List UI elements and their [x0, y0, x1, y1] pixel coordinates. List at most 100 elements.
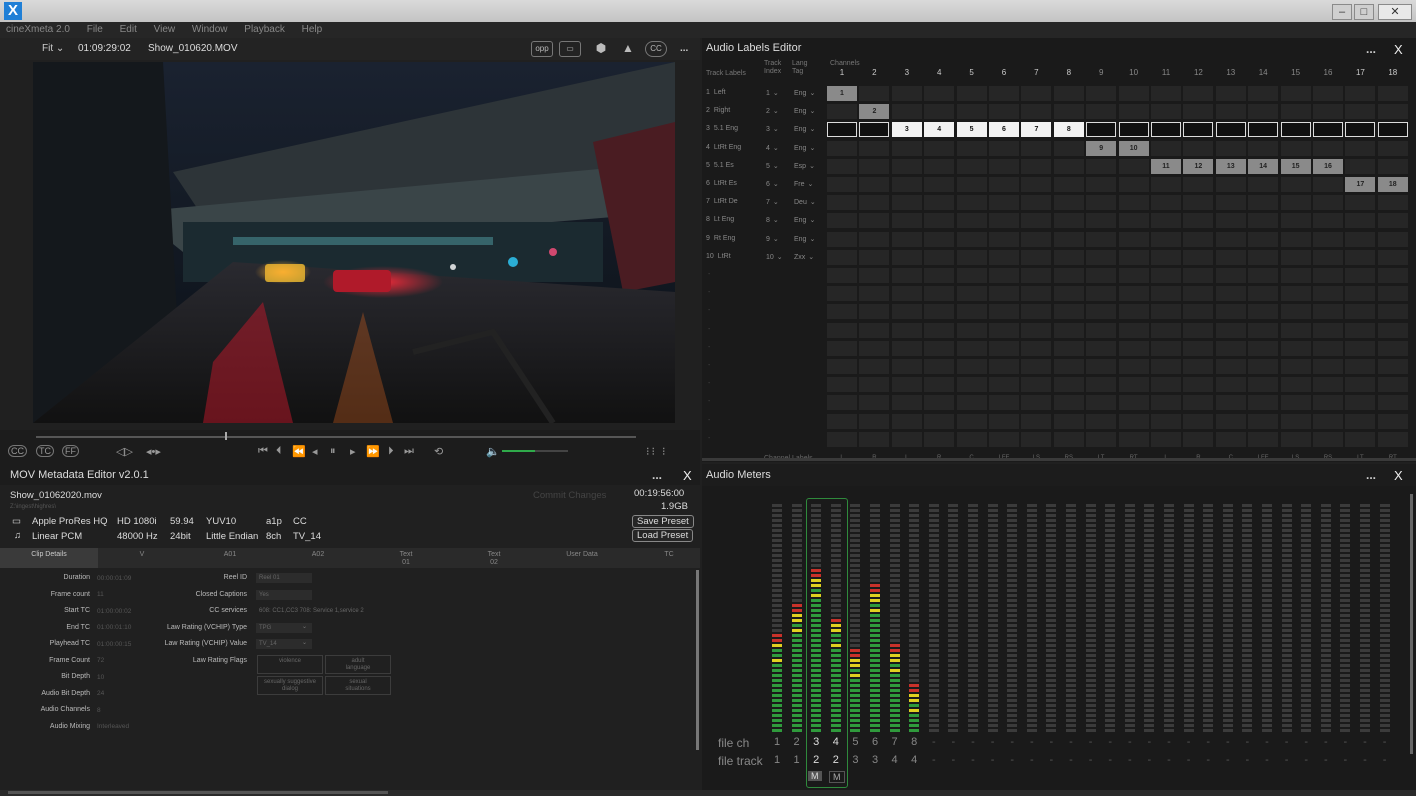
grid-cell[interactable]: [1151, 340, 1181, 356]
grid-cell[interactable]: [1021, 431, 1052, 447]
grid-cell[interactable]: [1313, 340, 1343, 356]
grid-cell[interactable]: [1345, 431, 1376, 447]
row-highlight-cell[interactable]: [1183, 122, 1214, 138]
grid-cell[interactable]: [956, 231, 987, 247]
md-tab-6[interactable]: User Data: [538, 548, 626, 568]
ff-toggle-button[interactable]: FF: [62, 445, 79, 457]
grid-cell[interactable]: [1021, 104, 1052, 120]
channel-assignment[interactable]: 6: [989, 122, 1019, 138]
md-field-input[interactable]: Yes: [256, 589, 312, 600]
grid-cell[interactable]: [1021, 413, 1052, 429]
track-label[interactable]: 2 Right: [706, 107, 730, 114]
grid-cell[interactable]: [1183, 431, 1214, 447]
grid-cell[interactable]: [924, 431, 955, 447]
grid-cell[interactable]: [1313, 377, 1343, 393]
grid-cell[interactable]: [924, 249, 955, 265]
grid-cell[interactable]: [1086, 286, 1117, 302]
grid-cell[interactable]: [1118, 286, 1149, 302]
grid-cell[interactable]: [1377, 86, 1408, 101]
grid-cell[interactable]: [1118, 86, 1149, 101]
grid-cell[interactable]: [827, 359, 857, 374]
grid-cell[interactable]: [859, 395, 890, 411]
grid-cell[interactable]: [1021, 322, 1052, 338]
frame-step-icon[interactable]: ◂•▸: [146, 445, 161, 458]
md-field-value[interactable]: 11: [97, 591, 104, 598]
grid-cell[interactable]: [989, 286, 1019, 302]
grid-cell[interactable]: [1053, 249, 1084, 265]
mute-button-1[interactable]: M: [808, 771, 822, 781]
fit-dropdown[interactable]: Fit ⌄: [42, 43, 64, 54]
grid-cell[interactable]: [1086, 377, 1117, 393]
audio-scrub-icon[interactable]: ◁▷: [116, 445, 133, 458]
bottom-scrollbar[interactable]: [0, 790, 1416, 796]
grid-cell[interactable]: [1377, 322, 1408, 338]
track-label[interactable]: 8 Lt Eng: [706, 216, 734, 223]
grid-cell[interactable]: [859, 377, 890, 393]
lang-tag-select[interactable]: Eng ⌄: [794, 89, 815, 97]
md-tab-0[interactable]: Clip Details: [0, 548, 98, 568]
row-highlight-cell[interactable]: [1151, 122, 1181, 138]
grid-cell[interactable]: [1086, 268, 1117, 283]
grid-cell[interactable]: [891, 286, 922, 302]
row-highlight-cell[interactable]: [1377, 122, 1408, 138]
grid-cell[interactable]: [1248, 140, 1279, 156]
channel-assignment[interactable]: 14: [1248, 158, 1279, 174]
grid-cell[interactable]: [1248, 231, 1279, 247]
grid-cell[interactable]: [1021, 249, 1052, 265]
channel-assignment[interactable]: 8: [1053, 122, 1084, 138]
grid-cell[interactable]: [891, 359, 922, 374]
grid-cell[interactable]: [989, 413, 1019, 429]
grid-cell[interactable]: [859, 86, 890, 101]
grid-cell[interactable]: [1118, 431, 1149, 447]
grid-cell[interactable]: [1280, 86, 1311, 101]
grid-cell[interactable]: [1313, 231, 1343, 247]
md-field-value[interactable]: 8: [97, 707, 101, 714]
channel-assignment[interactable]: 10: [1118, 140, 1149, 156]
grid-cell[interactable]: [1151, 322, 1181, 338]
grid-cell[interactable]: [1377, 413, 1408, 429]
grid-cell[interactable]: [1118, 158, 1149, 174]
grid-cell[interactable]: [1021, 86, 1052, 101]
grid-cell[interactable]: [1086, 322, 1117, 338]
marker-icons[interactable]: ⁝⁝ ⁝: [646, 445, 668, 458]
video-frame[interactable]: [33, 62, 675, 423]
grid-cell[interactable]: [1151, 377, 1181, 393]
grid-cell[interactable]: [1345, 268, 1376, 283]
grid-cell[interactable]: [891, 431, 922, 447]
grid-cell[interactable]: [1151, 231, 1181, 247]
prev-mark-icon[interactable]: ⏴: [276, 445, 282, 458]
menu-help[interactable]: Help: [302, 24, 323, 35]
grid-cell[interactable]: [1377, 140, 1408, 156]
menu-file[interactable]: File: [87, 24, 103, 35]
grid-cell[interactable]: [924, 377, 955, 393]
grid-cell[interactable]: [1118, 304, 1149, 320]
grid-cell[interactable]: [1021, 195, 1052, 211]
grid-cell[interactable]: [859, 195, 890, 211]
grid-cell[interactable]: [1345, 395, 1376, 411]
volume-slider[interactable]: [502, 450, 568, 452]
md-field-value[interactable]: 24: [97, 690, 104, 697]
grid-cell[interactable]: [924, 158, 955, 174]
row-highlight-cell[interactable]: [1280, 122, 1311, 138]
md-field-input[interactable]: 608: CC1,CC3 708: Service 1,service 2: [256, 606, 406, 616]
grid-cell[interactable]: [1215, 268, 1246, 283]
grid-cell[interactable]: [1053, 140, 1084, 156]
track-index-select[interactable]: 10 ⌄: [766, 253, 783, 261]
grid-cell[interactable]: [956, 286, 987, 302]
opp-icon[interactable]: opp: [531, 41, 553, 57]
channel-assignment[interactable]: 9: [1086, 140, 1117, 156]
grid-cell[interactable]: [1021, 340, 1052, 356]
grid-cell[interactable]: [1053, 377, 1084, 393]
grid-cell[interactable]: [1280, 431, 1311, 447]
grid-cell[interactable]: [1118, 104, 1149, 120]
grid-cell[interactable]: [1151, 195, 1181, 211]
lang-tag-select[interactable]: Eng ⌄: [794, 107, 815, 115]
grid-cell[interactable]: [956, 86, 987, 101]
grid-cell[interactable]: [1313, 140, 1343, 156]
grid-cell[interactable]: [924, 359, 955, 374]
pause-icon[interactable]: ⏸: [330, 445, 336, 458]
grid-cell[interactable]: [956, 104, 987, 120]
grid-cell[interactable]: [1118, 195, 1149, 211]
grid-cell[interactable]: [1215, 340, 1246, 356]
step-back-icon[interactable]: ◂: [312, 445, 318, 458]
